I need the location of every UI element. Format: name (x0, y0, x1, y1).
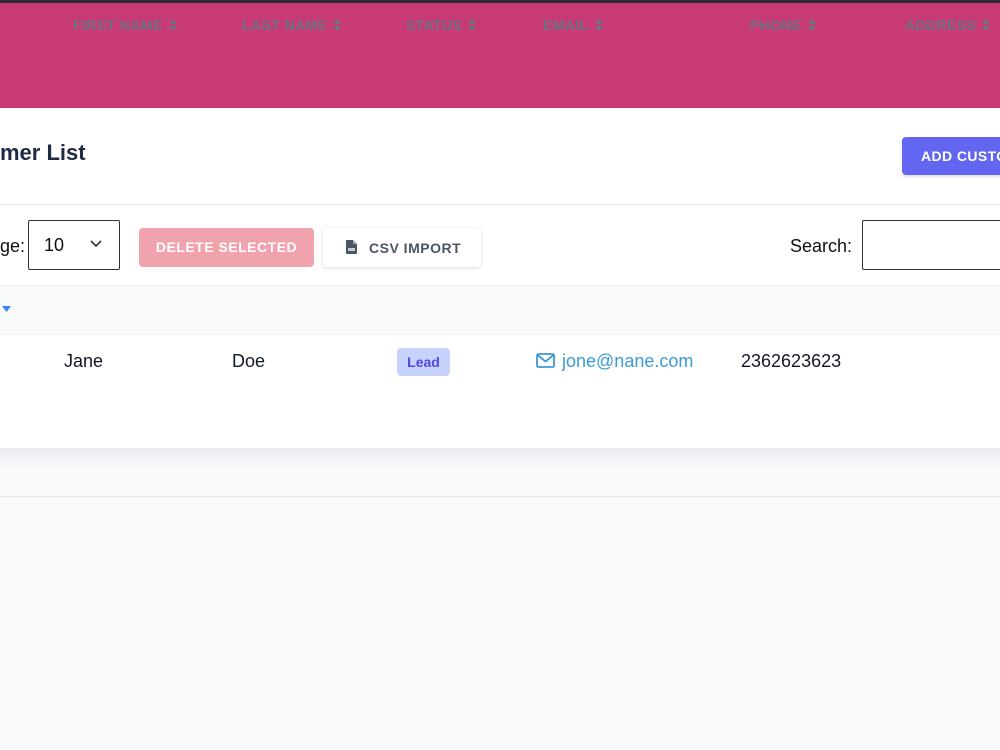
cell-last-name: Doe (232, 351, 266, 371)
column-header-label: EMAIL (543, 17, 589, 33)
email-link[interactable]: jone@nane.com (562, 351, 693, 372)
sort-icon (807, 19, 816, 31)
column-header-status[interactable]: STATUS (406, 17, 477, 33)
per-page-selected-value: 10 (44, 235, 65, 255)
column-header-first-name[interactable]: FIRST NAME (73, 17, 177, 33)
search-input[interactable] (862, 220, 1000, 270)
sort-icon (594, 19, 603, 31)
table-header (0, 285, 1000, 335)
content-divider (0, 496, 1000, 497)
column-header-label: FIRST NAME (73, 17, 163, 33)
add-customer-button[interactable]: ADD CUSTO (902, 137, 1000, 175)
sort-icon (982, 19, 991, 31)
file-csv-icon (346, 240, 357, 254)
envelope-icon[interactable] (536, 353, 555, 368)
chevron-down-icon (90, 240, 102, 248)
per-page-label: ge: (0, 236, 26, 256)
per-page-select[interactable]: 10 (28, 220, 120, 270)
search-label: Search: (790, 236, 853, 256)
sort-icon (168, 19, 177, 31)
column-header-phone[interactable]: PHONE (750, 17, 816, 33)
card-header-divider (0, 204, 1000, 205)
column-header-label: ADDRESS (905, 17, 977, 33)
delete-selected-button[interactable]: DELETE SELECTED (139, 228, 314, 267)
csv-import-label: CSV IMPORT (369, 240, 462, 256)
column-header-last-name[interactable]: LAST NAME (242, 17, 342, 33)
customer-list-card (0, 108, 1000, 448)
sort-icon (333, 19, 342, 31)
page-title: mer List (0, 140, 86, 165)
column-header-address[interactable]: ADDRESS (905, 17, 991, 33)
csv-import-button[interactable]: CSV IMPORT (323, 228, 481, 267)
column-header-label: LAST NAME (242, 17, 328, 33)
column-header-label: PHONE (750, 17, 802, 33)
sort-icon (468, 19, 477, 31)
sort-icon[interactable] (2, 306, 11, 313)
cell-first-name: Jane (64, 351, 104, 371)
cell-phone: 2362623623 (741, 351, 842, 371)
status-badge: Lead (397, 348, 450, 376)
column-header-label: STATUS (406, 17, 463, 33)
column-header-email[interactable]: EMAIL (543, 17, 603, 33)
